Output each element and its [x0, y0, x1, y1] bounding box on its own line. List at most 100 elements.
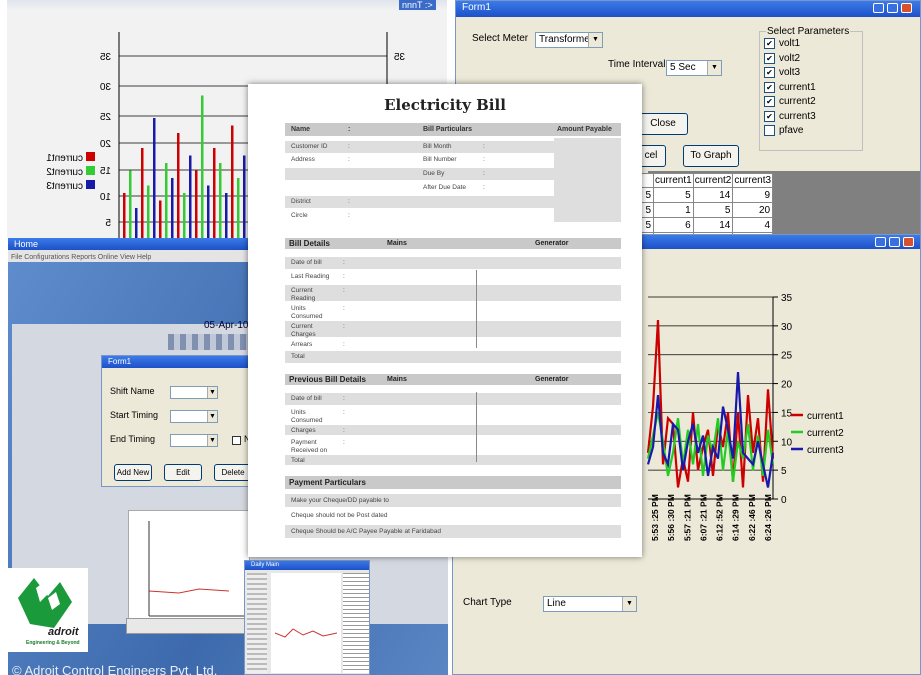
legend-label-current2: current2: [807, 428, 844, 439]
prev-bill-generator: Generator: [535, 376, 569, 383]
param-checkbox-row[interactable]: pfave: [764, 125, 803, 137]
shift-checkbox[interactable]: [232, 436, 241, 445]
bill-particular-label: Bill Number: [423, 156, 457, 163]
bill-particular-label: Due By: [423, 170, 445, 177]
top-chart-bar: [153, 118, 156, 238]
y-tick-label: 5: [105, 218, 111, 229]
bill-detail-colon: :: [343, 427, 345, 434]
edit-button[interactable]: Edit: [164, 464, 202, 481]
param-checkbox-row[interactable]: ✔ volt1: [764, 38, 800, 50]
grid-header: current2: [692, 173, 734, 188]
chevron-down-icon[interactable]: ▼: [707, 61, 721, 75]
bill-detail-row: Date of bill:: [285, 393, 621, 405]
home-status-strip: [126, 618, 258, 634]
bill-detail-label: Current Charges: [291, 323, 316, 338]
chevron-down-icon[interactable]: ▼: [622, 597, 636, 611]
daily-main-sidebar: [247, 573, 267, 673]
time-interval-label: Time Interval: [608, 59, 666, 70]
chart-type-combo[interactable]: Line ▼: [543, 596, 637, 612]
table-row[interactable]: 5 1 5 20: [636, 202, 774, 218]
bill-detail-row: Charges:: [285, 425, 621, 435]
payment-row-text: Cheque should not be Post dated: [291, 512, 388, 519]
chevron-down-icon[interactable]: ▼: [207, 387, 217, 398]
bill-detail-colon: :: [343, 341, 345, 348]
checkbox-checked-icon[interactable]: ✔: [764, 67, 775, 78]
checkbox-checked-icon[interactable]: ✔: [764, 96, 775, 107]
table-cell: 6: [653, 217, 694, 233]
top-chart-bar: [135, 208, 138, 238]
param-checkbox-row[interactable]: ✔ current2: [764, 96, 816, 108]
checkbox-checked-icon[interactable]: ✔: [764, 38, 775, 49]
add-new-button[interactable]: Add New: [114, 464, 152, 481]
close-button[interactable]: Close: [638, 113, 688, 135]
bill-field-colon: :: [348, 212, 350, 219]
chevron-down-icon[interactable]: ▼: [207, 411, 217, 422]
bill-detail-label: Arrears: [291, 341, 313, 348]
top-chart-bar: [207, 185, 210, 238]
param-checkbox-row[interactable]: ✔ volt2: [764, 52, 800, 65]
bill-detail-label: Units Consumed: [291, 305, 323, 320]
payment-row: Cheque Should be A/C Payee Payable at Fa…: [285, 525, 621, 538]
table-row[interactable]: 5 5 14 9: [636, 187, 774, 203]
grid-header: current3: [732, 173, 774, 188]
bill-particular-colon: :: [483, 143, 485, 150]
bill-detail-row: Total: [285, 351, 621, 363]
to-graph-button[interactable]: To Graph: [683, 145, 739, 167]
bill-field-label: Circle: [291, 212, 308, 219]
delete-button[interactable]: Delete: [214, 464, 252, 481]
home-menu-items[interactable]: File Configurations Reports Online View …: [8, 254, 151, 261]
bill-header-row: Name : Bill Particulars Amount Payable: [285, 123, 621, 136]
param-checkbox-row[interactable]: ✔ volt3: [764, 67, 800, 79]
shift-name-combo[interactable]: ▼: [170, 386, 218, 399]
checkbox-empty-icon[interactable]: [764, 125, 775, 136]
param-checkbox-row[interactable]: ✔ current1: [764, 81, 816, 94]
company-copyright: © Adroit Control Engineers Pvt. Ltd.: [12, 663, 218, 675]
y-tick-label: 25: [99, 112, 111, 123]
param-label: pfave: [779, 125, 804, 137]
table-row[interactable]: 5 6 14 4: [636, 217, 774, 233]
top-chart-bar: [141, 148, 144, 238]
maximize-icon[interactable]: [887, 3, 898, 13]
checkbox-checked-icon[interactable]: ✔: [764, 52, 775, 64]
start-timing-combo[interactable]: ▼: [170, 410, 218, 423]
bill-detail-row: Payment Received on:: [285, 437, 621, 454]
bill-detail-label: Date of bill: [291, 395, 322, 402]
legend-label-current1: current1: [46, 153, 83, 164]
bill-details-mains: Mains: [387, 240, 407, 247]
chevron-down-icon[interactable]: ▼: [207, 435, 217, 446]
bill-detail-row: Total: [285, 455, 621, 465]
table-cell: 5: [692, 202, 734, 218]
close-icon[interactable]: [903, 237, 914, 247]
to-graph-button-label: To Graph: [690, 150, 732, 161]
time-interval-combo[interactable]: 5 Sec ▼: [666, 60, 722, 76]
x-tick-label: 6:22 :46 PM: [747, 494, 757, 541]
chart-type-label: Chart Type: [463, 597, 512, 608]
chevron-down-icon[interactable]: ▼: [588, 33, 602, 47]
bill-detail-label: Current Reading: [291, 287, 316, 302]
bill-amount-label: Amount Payable: [557, 126, 612, 133]
end-timing-combo[interactable]: ▼: [170, 434, 218, 447]
bill-details-header: Bill Details Mains Generator: [285, 238, 621, 249]
param-checkbox-row[interactable]: ✔ current3: [764, 110, 816, 123]
bill-detail-colon: :: [343, 323, 345, 330]
close-icon[interactable]: [901, 3, 912, 13]
minimize-icon[interactable]: [875, 237, 886, 247]
y-tick-label: 10: [99, 192, 111, 203]
bill-field-row: Circle:: [285, 210, 554, 222]
select-meter-combo[interactable]: Transformer ▼: [535, 32, 603, 48]
bill-detail-row: Units Consumed:: [285, 303, 621, 320]
checkbox-checked-icon[interactable]: ✔: [764, 110, 775, 122]
y-tick-label: 20: [99, 139, 111, 150]
y-tick-label: 30: [781, 322, 793, 333]
legend-label-current3: current3: [807, 445, 844, 456]
bill-particulars-label: Bill Particulars: [423, 126, 473, 133]
checkbox-checked-icon[interactable]: ✔: [764, 81, 775, 93]
prev-bill-title: Previous Bill Details: [289, 375, 366, 384]
payment-header: Payment Particulars: [285, 476, 621, 489]
daily-main-titlebar: Daily Main: [245, 561, 369, 570]
top-chart-bar: [129, 170, 132, 238]
maximize-icon[interactable]: [889, 237, 900, 247]
x-tick-label: 6:24 :26 PM: [763, 494, 773, 541]
minimize-icon[interactable]: [873, 3, 884, 13]
home-graph-lines: [148, 521, 244, 617]
